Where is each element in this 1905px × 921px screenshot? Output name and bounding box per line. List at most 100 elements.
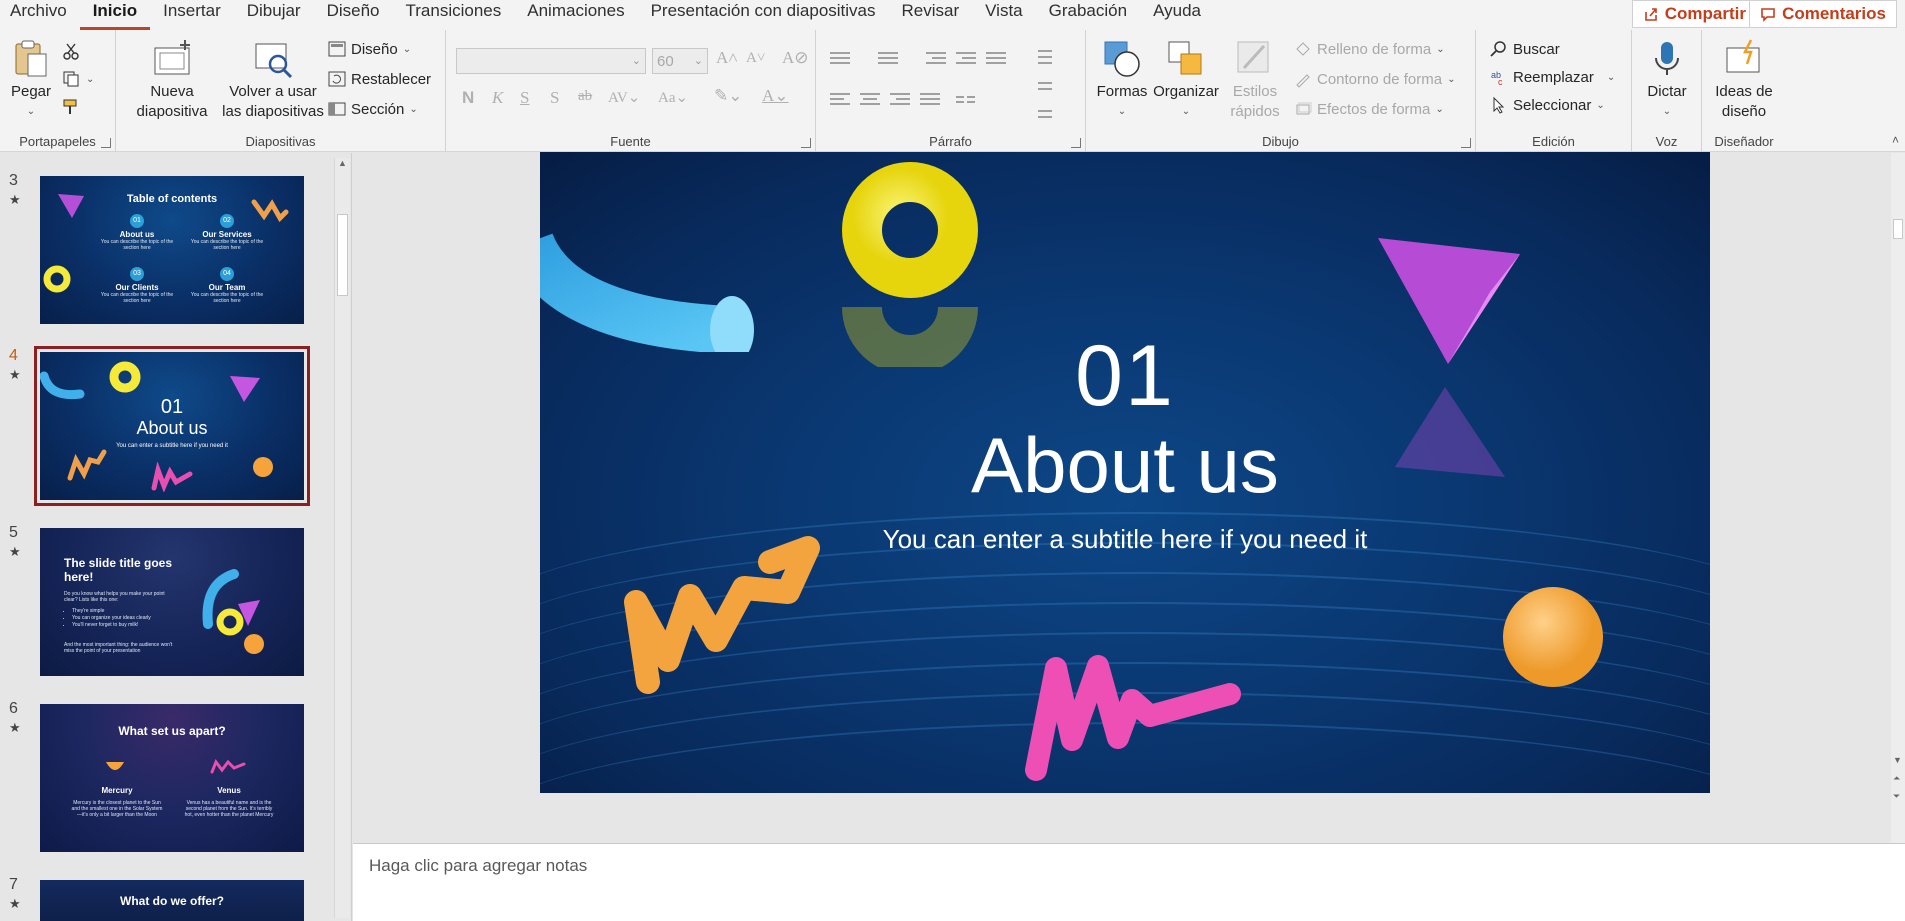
- slide-thumbnail-5[interactable]: The slide title goes here! Do you know w…: [40, 528, 304, 676]
- dialog-launcher-icon[interactable]: [801, 138, 811, 148]
- reset-button[interactable]: Restablecer: [328, 70, 431, 88]
- strikethrough-icon[interactable]: ab: [578, 88, 592, 105]
- find-button[interactable]: Buscar: [1490, 40, 1560, 58]
- justify-icon[interactable]: [920, 92, 940, 108]
- design-ideas-button[interactable]: Ideas de diseño: [1708, 38, 1780, 122]
- slide-thumbnail-4[interactable]: 01 About us You can enter a subtitle her…: [34, 346, 310, 506]
- slide-vertical-scrollbar[interactable]: ▼ ⏶ ⏷: [1891, 153, 1905, 843]
- underline-icon[interactable]: S: [520, 88, 529, 108]
- tab-insertar[interactable]: Insertar: [150, 1, 234, 30]
- tab-diseno[interactable]: Diseño: [314, 1, 393, 30]
- scrollbar-thumb[interactable]: [337, 214, 348, 296]
- numbering-icon[interactable]: [878, 50, 898, 66]
- comments-button[interactable]: Comentarios: [1749, 0, 1897, 28]
- bold-icon[interactable]: N: [462, 88, 474, 108]
- bullets-icon[interactable]: [830, 50, 850, 66]
- orange-squiggle-shape[interactable]: [620, 532, 830, 702]
- decrease-indent-icon[interactable]: [926, 50, 946, 66]
- italic-icon[interactable]: K: [492, 88, 503, 108]
- new-slide-button[interactable]: Nueva diapositiva: [126, 38, 218, 122]
- tab-dibujar[interactable]: Dibujar: [234, 1, 314, 30]
- item-number: 04: [220, 267, 234, 281]
- change-case-icon[interactable]: Aa⌄: [658, 88, 688, 107]
- tab-animaciones[interactable]: Animaciones: [514, 1, 637, 30]
- align-right-icon[interactable]: [890, 92, 910, 108]
- dialog-launcher-icon[interactable]: [1461, 138, 1471, 148]
- shape-effects-button[interactable]: Efectos de forma ⌄: [1294, 100, 1444, 118]
- increase-font-icon[interactable]: A˄: [716, 48, 738, 68]
- shape-outline-button[interactable]: Contorno de forma ⌄: [1294, 70, 1455, 88]
- quick-styles-button[interactable]: Estilos rápidos: [1222, 38, 1288, 122]
- shapes-button[interactable]: Formas ⌄: [1096, 38, 1148, 122]
- group-label-slides: Diapositivas: [245, 134, 316, 149]
- scrollbar-thumb[interactable]: [1893, 219, 1903, 239]
- font-color-icon[interactable]: A⌄: [762, 86, 789, 106]
- slide-thumbnail-7[interactable]: What do we offer?: [40, 880, 304, 921]
- slide-title[interactable]: About us: [540, 420, 1710, 511]
- dictate-button[interactable]: Dictar ⌄: [1640, 38, 1694, 122]
- scroll-up-icon[interactable]: ▲: [338, 158, 347, 168]
- arrange-button[interactable]: Organizar ⌄: [1152, 38, 1220, 122]
- slide-thumbnail-3[interactable]: Table of contents 01 About us You can de…: [40, 176, 304, 324]
- arrange-icon: [1168, 41, 1202, 75]
- text-direction-icon[interactable]: [1038, 48, 1058, 64]
- dialog-launcher-icon[interactable]: [1071, 138, 1081, 148]
- font-name-combobox[interactable]: ⌄: [456, 48, 646, 74]
- thumb-bullet: You'll never forget to buy milk!: [72, 622, 176, 629]
- character-spacing-icon[interactable]: AV⌄: [608, 88, 640, 107]
- shadow-icon[interactable]: S: [550, 88, 559, 108]
- section-button[interactable]: Sección ⌄: [328, 100, 418, 118]
- shape-fill-button[interactable]: Relleno de forma ⌄: [1294, 40, 1445, 58]
- group-label-editing: Edición: [1532, 134, 1575, 149]
- slide-section-number[interactable]: 01: [540, 327, 1710, 426]
- dialog-launcher-icon[interactable]: [101, 138, 111, 148]
- tab-inicio[interactable]: Inicio: [79, 1, 151, 30]
- collapse-ribbon-icon[interactable]: ˄: [1892, 133, 1899, 147]
- tab-presentacion[interactable]: Presentación con diapositivas: [638, 1, 889, 30]
- smartart-icon[interactable]: [1038, 106, 1058, 122]
- slide-thumbnail-6[interactable]: What set us apart? Mercury Mercury is th…: [40, 704, 304, 852]
- next-slide-icon[interactable]: ⏷: [1893, 791, 1900, 802]
- tab-ayuda[interactable]: Ayuda: [1140, 1, 1214, 30]
- columns-icon[interactable]: [956, 92, 976, 108]
- reuse-slides-icon: [255, 43, 293, 79]
- thumbnails-scrollbar[interactable]: ▲: [334, 158, 350, 918]
- tab-revisar[interactable]: Revisar: [889, 1, 973, 30]
- tab-vista[interactable]: Vista: [972, 1, 1036, 30]
- group-editing: Buscar ab c Reemplazar ⌄ Seleccionar ⌄ Edic…: [1476, 30, 1632, 152]
- select-button[interactable]: Seleccionar ⌄: [1490, 96, 1605, 114]
- yellow-ring-shape[interactable]: [840, 160, 980, 300]
- clear-formatting-icon[interactable]: A⊘: [782, 48, 809, 68]
- replace-button[interactable]: ab c Reemplazar ⌄: [1490, 68, 1615, 87]
- orange-sphere-shape[interactable]: [1498, 582, 1608, 692]
- line-spacing-icon[interactable]: [986, 50, 1006, 66]
- highlight-color-icon[interactable]: ✎⌄: [714, 86, 743, 106]
- current-slide[interactable]: 01 About us You can enter a subtitle her…: [540, 152, 1710, 793]
- share-button[interactable]: Compartir: [1631, 0, 1757, 28]
- tab-transiciones[interactable]: Transiciones: [393, 1, 515, 30]
- align-left-icon[interactable]: [830, 92, 850, 108]
- copy-icon[interactable]: [62, 70, 80, 88]
- item-heading: Our Clients: [115, 283, 159, 292]
- pink-squiggle-shape[interactable]: [1020, 612, 1250, 782]
- font-size-combobox[interactable]: 60 ⌄: [652, 48, 708, 74]
- notes-pane[interactable]: Haga clic para agregar notas: [353, 843, 1905, 921]
- slide-number: 6: [9, 700, 18, 717]
- previous-slide-icon[interactable]: ⏶: [1893, 773, 1900, 784]
- align-center-icon[interactable]: [860, 92, 880, 108]
- shapes-label: Formas: [1096, 83, 1148, 100]
- decrease-font-icon[interactable]: A˅: [746, 50, 765, 67]
- tab-archivo[interactable]: Archivo: [0, 1, 80, 30]
- paste-button[interactable]: Pegar ⌄: [8, 38, 54, 122]
- align-text-icon[interactable]: [1038, 78, 1058, 94]
- cut-icon[interactable]: [62, 42, 80, 60]
- format-painter-icon[interactable]: [62, 98, 80, 116]
- reuse-slides-button[interactable]: Volver a usar las diapositivas: [220, 38, 326, 122]
- tab-grabacion[interactable]: Grabación: [1036, 1, 1140, 30]
- increase-indent-icon[interactable]: [956, 50, 976, 66]
- scroll-down-icon[interactable]: ▼: [1893, 755, 1902, 765]
- slide-number: 4: [9, 347, 18, 364]
- chevron-down-icon: ⌄: [409, 103, 418, 115]
- chevron-down-icon[interactable]: ⌄: [86, 74, 94, 85]
- layout-button[interactable]: Diseño ⌄: [328, 40, 411, 58]
